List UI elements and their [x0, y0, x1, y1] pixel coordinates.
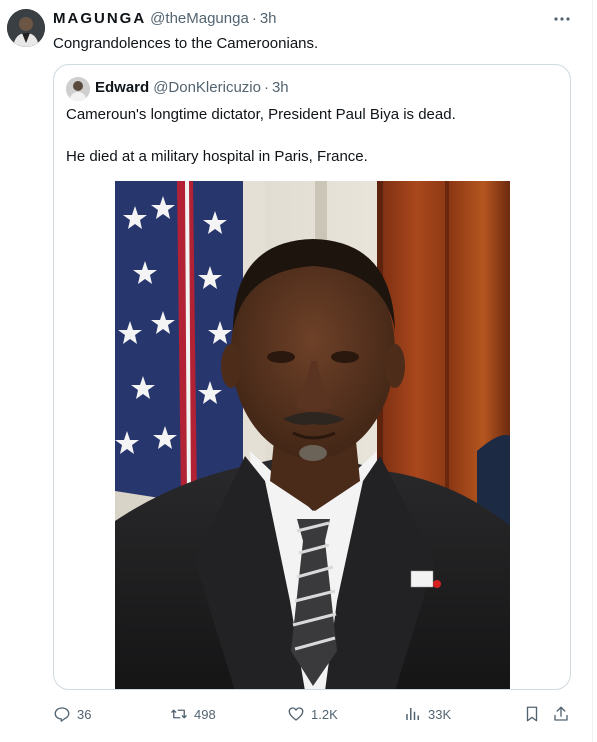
like-count: 1.2K: [311, 706, 338, 722]
quoted-text-line: He died at a military hospital in Paris,…: [66, 148, 368, 165]
repost-count: 498: [194, 706, 216, 722]
quoted-separator-dot: ·: [263, 79, 269, 96]
quoted-tweet[interactable]: Edward @DonKlericuzio · 3h Cameroun's lo…: [53, 64, 571, 690]
repost-icon: [171, 709, 187, 719]
views-icon: [406, 708, 419, 720]
tweet[interactable]: MAGUNGA @theMagunga · 3h Congrandolences…: [0, 0, 597, 742]
bookmark-button[interactable]: [523, 700, 541, 728]
tweet-text: Congrandolences to the Cameroonians.: [53, 35, 319, 52]
quoted-timestamp[interactable]: 3h: [272, 79, 289, 96]
like-button[interactable]: 1.2K: [287, 700, 338, 728]
quoted-header: Edward @DonKlericuzio · 3h: [95, 79, 289, 96]
repost-button[interactable]: 498: [170, 700, 216, 728]
reply-count: 36: [77, 706, 92, 722]
tweet-actions: 36 498 1.2K 33K: [0, 700, 597, 728]
bookmark-icon: [526, 706, 538, 722]
column-border: [592, 0, 593, 742]
view-count: 33K: [428, 706, 452, 722]
tweet-photo[interactable]: [115, 181, 510, 689]
quoted-display-name[interactable]: Edward: [95, 79, 149, 96]
share-icon: [554, 706, 568, 721]
reply-button[interactable]: 36: [53, 700, 91, 728]
tweet-header: MAGUNGA @theMagunga · 3h: [53, 10, 277, 27]
quoted-text-line: Cameroun's longtime dictator, President …: [66, 106, 456, 123]
share-button[interactable]: [552, 700, 570, 728]
heart-icon: [288, 707, 304, 721]
display-name[interactable]: MAGUNGA: [53, 10, 146, 27]
separator-dot: ·: [251, 10, 257, 27]
more-button[interactable]: [551, 9, 573, 29]
quoted-avatar[interactable]: [66, 77, 90, 101]
reply-icon: [54, 707, 70, 722]
more-icon: [554, 17, 570, 21]
user-handle[interactable]: @theMagunga: [150, 10, 249, 27]
avatar[interactable]: [7, 9, 45, 47]
views-button[interactable]: 33K: [404, 700, 451, 728]
timestamp[interactable]: 3h: [260, 10, 277, 27]
quoted-user-handle[interactable]: @DonKlericuzio: [153, 79, 261, 96]
